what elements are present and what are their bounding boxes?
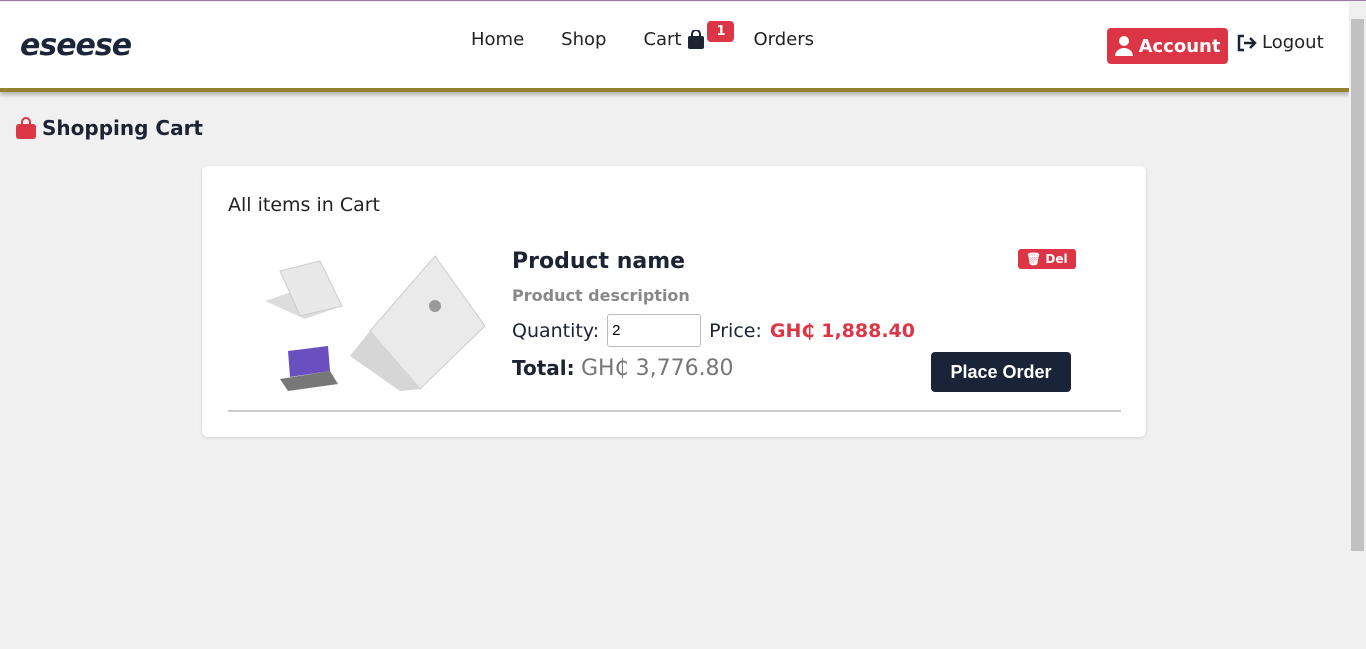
- shopping-bag-icon: [687, 30, 704, 49]
- price-label: Price:: [709, 319, 762, 342]
- product-image: [265, 255, 486, 391]
- product-name: Product name: [512, 249, 686, 274]
- scrollbar[interactable]: [1349, 1, 1366, 649]
- delete-button[interactable]: 🗑 Del: [1018, 249, 1076, 269]
- nav-cart[interactable]: Cart 1: [643, 21, 735, 50]
- cart-heading: All items in Cart: [228, 194, 380, 216]
- trash-icon: 🗑: [1026, 252, 1042, 266]
- price-value: GH₵ 1,888.40: [769, 319, 915, 342]
- navbar: eseese Home Shop Cart 1 Orders Account L…: [0, 2, 1349, 92]
- place-order-button[interactable]: Place Order: [931, 352, 1071, 392]
- account-button[interactable]: Account: [1107, 28, 1228, 64]
- nav-home[interactable]: Home: [471, 29, 524, 50]
- scrollbar-thumb[interactable]: [1351, 19, 1364, 551]
- quantity-input[interactable]: [607, 314, 702, 347]
- logo[interactable]: eseese: [20, 28, 132, 63]
- nav-shop[interactable]: Shop: [561, 29, 606, 50]
- account-label: Account: [1138, 35, 1221, 57]
- product-description: Product description: [512, 286, 690, 305]
- divider: [228, 410, 1121, 412]
- logout-button[interactable]: Logout: [1237, 32, 1324, 53]
- nav-cart-label: Cart: [643, 29, 682, 50]
- user-icon: [1114, 36, 1133, 56]
- delete-label: Del: [1045, 252, 1068, 266]
- page-title-text: Shopping Cart: [42, 116, 203, 140]
- page-title: Shopping Cart: [16, 116, 203, 140]
- cart-count-badge: 1: [707, 21, 735, 42]
- nav-orders[interactable]: Orders: [754, 29, 815, 50]
- logout-icon: [1237, 34, 1257, 51]
- quantity-label: Quantity:: [512, 319, 600, 342]
- total-value: GH₵ 3,776.80: [581, 356, 734, 381]
- shopping-bag-icon: [16, 117, 36, 139]
- total-label: Total:: [512, 356, 575, 380]
- logout-label: Logout: [1262, 32, 1324, 53]
- cart-card: All items in Cart Product name Product d…: [202, 166, 1146, 437]
